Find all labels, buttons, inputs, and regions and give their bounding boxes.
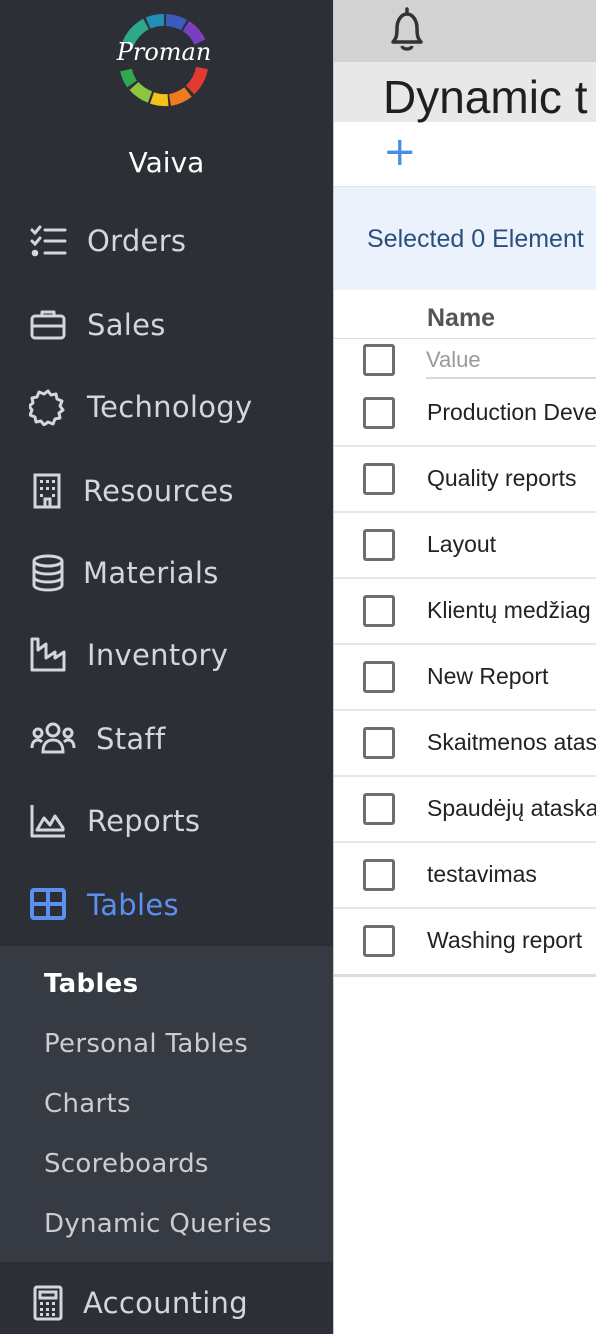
nav-item-accounting[interactable]: Accounting bbox=[0, 1273, 333, 1333]
submenu-item-dynamic-queries[interactable]: Dynamic Queries bbox=[44, 1209, 272, 1239]
briefcase-icon bbox=[28, 305, 68, 345]
row-checkbox[interactable] bbox=[363, 397, 395, 429]
row-name: Skaitmenos atas bbox=[427, 729, 596, 755]
submenu-item-charts[interactable]: Charts bbox=[44, 1089, 131, 1119]
table-row[interactable]: Production Deve bbox=[334, 381, 596, 447]
submenu-item-tables[interactable]: Tables bbox=[44, 969, 138, 999]
table-row[interactable]: Washing report bbox=[334, 909, 596, 975]
nav-item-orders[interactable]: Orders bbox=[0, 211, 333, 271]
nav-label-reports: Reports bbox=[87, 804, 201, 838]
row-checkbox[interactable] bbox=[363, 925, 395, 957]
user-name: Vaiva bbox=[128, 146, 205, 179]
row-name: Production Deve bbox=[427, 399, 596, 425]
table-row[interactable]: testavimas bbox=[334, 843, 596, 909]
add-button[interactable]: + bbox=[383, 132, 417, 172]
nav-item-reports[interactable]: Reports bbox=[0, 791, 333, 851]
nav-label-orders: Orders bbox=[87, 224, 187, 258]
main-content: Dynamic t + Selected 0 Element Name Prod… bbox=[333, 0, 596, 1334]
row-checkbox[interactable] bbox=[363, 661, 395, 693]
row-checkbox[interactable] bbox=[363, 595, 395, 627]
nav-item-technology[interactable]: Technology bbox=[0, 377, 333, 437]
nav-label-sales: Sales bbox=[87, 308, 166, 342]
top-bar bbox=[334, 0, 596, 62]
submenu-item-scoreboards[interactable]: Scoreboards bbox=[44, 1149, 209, 1179]
nav-label-inventory: Inventory bbox=[87, 638, 229, 672]
nav-label-staff: Staff bbox=[96, 722, 166, 756]
row-checkbox[interactable] bbox=[363, 793, 395, 825]
factory-icon bbox=[28, 635, 68, 675]
users-icon bbox=[30, 719, 76, 759]
selection-count: Selected 0 Element bbox=[367, 225, 584, 253]
nav-item-sales[interactable]: Sales bbox=[0, 295, 333, 355]
filter-row bbox=[334, 339, 596, 381]
logo-text: Proman bbox=[116, 38, 212, 66]
table-row[interactable]: New Report bbox=[334, 645, 596, 711]
nav-label-accounting: Accounting bbox=[83, 1286, 248, 1320]
row-checkbox[interactable] bbox=[363, 727, 395, 759]
table-row[interactable]: Layout bbox=[334, 513, 596, 579]
nav-item-resources[interactable]: Resources bbox=[0, 461, 333, 521]
row-name: Washing report bbox=[427, 927, 583, 953]
nav-label-technology: Technology bbox=[87, 390, 253, 424]
bell-icon[interactable] bbox=[384, 6, 430, 54]
nav-label-tables: Tables bbox=[87, 888, 179, 922]
sidebar: Proman Vaiva Orders Sales Technology Res… bbox=[0, 0, 333, 1334]
table-row[interactable]: Spaudėjų ataska bbox=[334, 777, 596, 843]
row-name: testavimas bbox=[427, 861, 537, 887]
row-checkbox[interactable] bbox=[363, 529, 395, 561]
checklist-icon bbox=[28, 221, 68, 261]
table-icon bbox=[28, 885, 68, 925]
chart-area-icon bbox=[28, 801, 68, 841]
row-name: Quality reports bbox=[427, 465, 577, 491]
name-filter-input[interactable] bbox=[426, 343, 596, 379]
row-name: New Report bbox=[427, 663, 549, 689]
nav-label-resources: Resources bbox=[83, 474, 234, 508]
select-all-checkbox[interactable] bbox=[363, 344, 395, 376]
calculator-icon bbox=[28, 1283, 68, 1323]
nav-item-staff[interactable]: Staff bbox=[0, 709, 333, 769]
row-name: Spaudėjų ataska bbox=[427, 795, 596, 821]
page-title: Dynamic t bbox=[383, 71, 588, 123]
row-checkbox[interactable] bbox=[363, 859, 395, 891]
table-row[interactable]: Skaitmenos atas bbox=[334, 711, 596, 777]
selection-bar: Selected 0 Element bbox=[334, 186, 596, 290]
tables-submenu: Tables Personal Tables Charts Scoreboard… bbox=[0, 946, 333, 1262]
building-icon bbox=[28, 471, 68, 511]
column-header-name[interactable]: Name bbox=[427, 304, 495, 333]
nav-item-tables[interactable]: Tables bbox=[0, 875, 333, 935]
table-row[interactable]: Quality reports bbox=[334, 447, 596, 513]
row-name: Klientų medžiag bbox=[427, 597, 591, 623]
table-row[interactable]: Klientų medžiag bbox=[334, 579, 596, 645]
row-checkbox[interactable] bbox=[363, 463, 395, 495]
nav-item-materials[interactable]: Materials bbox=[0, 543, 333, 603]
database-icon bbox=[28, 553, 68, 593]
nav-item-inventory[interactable]: Inventory bbox=[0, 625, 333, 685]
table-bottom-border bbox=[334, 974, 596, 977]
nav-label-materials: Materials bbox=[83, 556, 219, 590]
gear-icon bbox=[28, 387, 68, 427]
submenu-item-personal-tables[interactable]: Personal Tables bbox=[44, 1029, 248, 1059]
row-name: Layout bbox=[427, 531, 497, 557]
proman-logo[interactable]: Proman bbox=[114, 10, 214, 110]
